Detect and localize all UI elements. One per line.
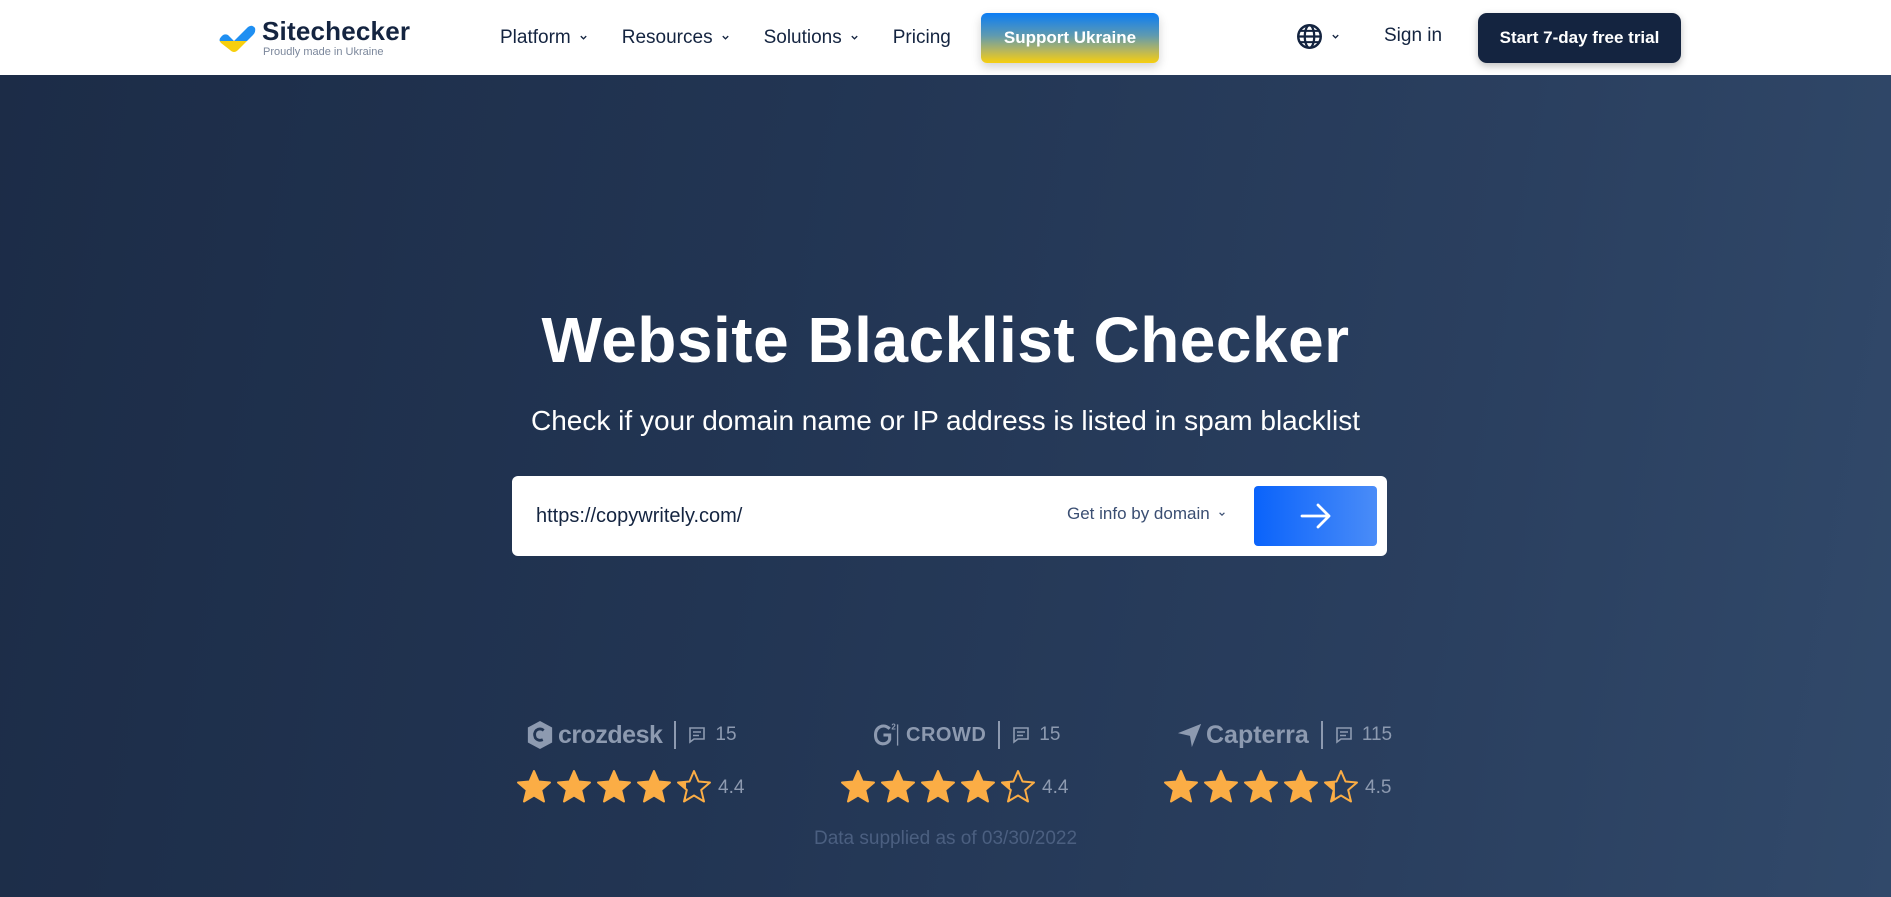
crozdesk-name: crozdesk xyxy=(558,720,663,749)
mode-select-label: Get info by domain xyxy=(1067,504,1210,523)
mode-select[interactable]: Get info by domain xyxy=(1067,504,1226,524)
globe-icon xyxy=(1297,24,1322,49)
capterra-logo[interactable]: Capterra xyxy=(1177,721,1309,750)
review-count-value: 115 xyxy=(1361,724,1393,745)
star-full-icon xyxy=(881,770,915,803)
sign-in-link[interactable]: Sign in xyxy=(1384,25,1442,47)
star-rating: 4.4 xyxy=(516,769,776,803)
divider xyxy=(674,721,677,749)
nav-resources[interactable]: Resources xyxy=(622,27,730,49)
rating-g2crowd: 2 CROWD 15 4.4 xyxy=(840,715,1100,803)
rating-capterra: Capterra 115 4.5 xyxy=(1163,715,1423,803)
search-form: Get info by domain xyxy=(512,476,1387,556)
star-full-icon xyxy=(597,770,631,803)
star-full-icon xyxy=(841,770,875,803)
nav-platform[interactable]: Platform xyxy=(500,27,588,49)
star-rating: 4.4 xyxy=(840,769,1100,803)
review-count: 15 xyxy=(688,724,737,746)
divider xyxy=(1320,721,1323,749)
start-trial-button[interactable]: Start 7-day free trial xyxy=(1478,13,1681,63)
support-ukraine-button[interactable]: Support Ukraine xyxy=(981,13,1159,63)
svg-text:2: 2 xyxy=(891,723,896,732)
star-full-icon xyxy=(517,770,551,803)
main-nav: Platform Resources Solutions Pricing xyxy=(500,0,983,75)
logo[interactable]: Sitechecker Proudly made in Ukraine xyxy=(218,18,410,58)
nav-resources-label: Resources xyxy=(621,26,713,48)
star-partial-icon xyxy=(1001,770,1035,803)
star-full-icon xyxy=(1244,770,1278,803)
submit-button[interactable] xyxy=(1254,486,1377,546)
g2crowd-logo[interactable]: 2 CROWD xyxy=(872,721,986,749)
rating-score: 4.4 xyxy=(1042,776,1069,798)
url-input[interactable] xyxy=(536,496,1016,536)
capterra-icon xyxy=(1177,723,1202,748)
review-count: 115 xyxy=(1335,724,1392,746)
nav-pricing-label: Pricing xyxy=(892,26,951,48)
logo-name: Sitechecker xyxy=(262,16,411,46)
review-count: 15 xyxy=(1012,724,1060,746)
comment-icon xyxy=(1336,727,1352,744)
site-header: Sitechecker Proudly made in Ukraine Plat… xyxy=(0,0,1891,75)
page-title: Website Blacklist Checker xyxy=(541,304,1350,376)
page-subtitle: Check if your domain name or IP address … xyxy=(531,405,1360,436)
divider xyxy=(998,721,1001,749)
data-supplied-note: Data supplied as of 03/30/2022 xyxy=(813,828,1078,849)
star-full-icon xyxy=(557,770,591,803)
star-full-icon xyxy=(1284,770,1318,803)
review-count-value: 15 xyxy=(1039,724,1061,745)
crozdesk-icon xyxy=(527,721,553,749)
review-count-value: 15 xyxy=(715,724,737,745)
arrow-right-icon xyxy=(1300,503,1330,529)
chevron-down-icon xyxy=(721,35,729,40)
star-full-icon xyxy=(1164,770,1198,803)
star-full-icon xyxy=(921,770,955,803)
crozdesk-logo[interactable]: crozdesk xyxy=(526,720,663,750)
nav-pricing[interactable]: Pricing xyxy=(893,27,951,49)
rating-score: 4.4 xyxy=(718,776,745,798)
rating-score: 4.5 xyxy=(1365,776,1392,798)
star-rating: 4.5 xyxy=(1163,769,1423,803)
capterra-name: Capterra xyxy=(1206,720,1309,749)
chevron-down-icon xyxy=(851,35,858,40)
nav-solutions-label: Solutions xyxy=(763,26,842,48)
comment-icon xyxy=(689,727,706,744)
logo-tagline: Proudly made in Ukraine xyxy=(263,46,384,58)
chevron-down-icon xyxy=(580,35,587,40)
g2crowd-name: CROWD xyxy=(906,723,987,746)
rating-crozdesk: crozdesk 15 4.4 xyxy=(516,715,776,803)
star-partial-icon xyxy=(677,770,711,803)
chevron-down-icon xyxy=(1218,512,1225,517)
star-partial-icon xyxy=(1324,770,1358,803)
nav-platform-label: Platform xyxy=(500,26,571,48)
nav-solutions[interactable]: Solutions xyxy=(764,27,859,49)
star-full-icon xyxy=(1204,770,1238,803)
chevron-down-icon xyxy=(1332,34,1339,39)
g2-icon: 2 xyxy=(873,723,899,746)
language-selector[interactable] xyxy=(1296,23,1340,50)
hero-section: Website Blacklist Checker Check if your … xyxy=(0,75,1891,897)
comment-icon xyxy=(1013,727,1030,744)
star-full-icon xyxy=(637,770,671,803)
logo-check-icon xyxy=(219,25,256,52)
star-full-icon xyxy=(961,770,995,803)
